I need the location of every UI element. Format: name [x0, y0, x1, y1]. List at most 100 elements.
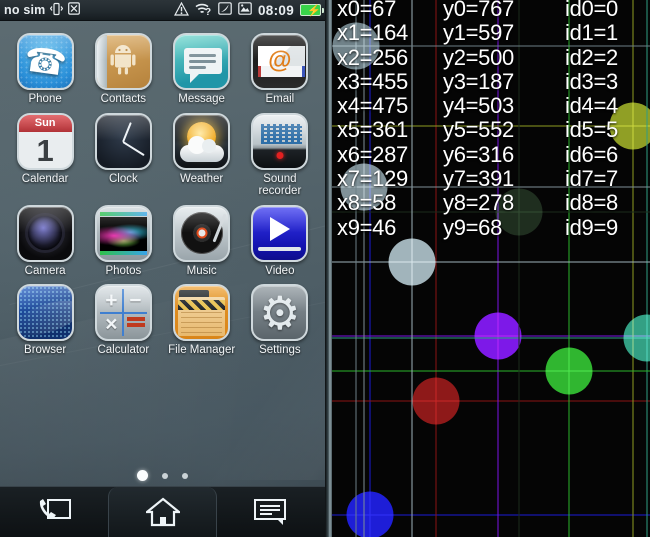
pointer-readout-line: y7=391 [443, 166, 514, 192]
app-message[interactable]: Message [163, 33, 241, 106]
pointer-y-column: y0=767 y1=597 y2=500 y3=187 y4=503 y5=552 y6=3… [443, 0, 514, 240]
screenshot-icon [238, 2, 252, 18]
app-label: Calendar [21, 172, 69, 185]
page-indicator[interactable] [0, 470, 325, 481]
status-bar[interactable]: no sim ? 08:09 ⚡ [0, 0, 325, 21]
pointer-readout-line: x5=361 [337, 117, 408, 143]
pointer-readout-line: x1=164 [337, 20, 408, 46]
dock-phone-button[interactable] [0, 487, 108, 537]
email-icon: @ [251, 33, 309, 90]
app-label: Contacts [100, 93, 147, 105]
message-icon [173, 33, 231, 90]
app-photos[interactable]: Photos [84, 204, 162, 278]
multitouch-visualizer[interactable]: x0=67 x1=164 x2=256 x3=455 x4=475 x5=361 x6=28… [325, 0, 650, 537]
pointer-readout-line: y8=278 [443, 190, 514, 216]
carrier-label: no sim [4, 3, 46, 17]
app-label: Photos [105, 264, 142, 277]
app-browser[interactable]: Browser [6, 284, 84, 357]
clock-icon [94, 112, 152, 170]
app-label: Clock [108, 172, 138, 185]
phone-icon: ☎ [16, 33, 74, 90]
app-label: Settings [259, 344, 301, 356]
file-manager-icon [173, 284, 231, 341]
page-dot-3[interactable] [182, 472, 188, 479]
pointer-readout-line: x6=287 [337, 141, 408, 167]
wifi-unknown-icon: ? [195, 2, 212, 19]
touch-pointer-7-gray [388, 238, 436, 286]
app-label: Message [178, 93, 225, 105]
page-dot-1[interactable] [137, 470, 148, 481]
app-clock[interactable]: Clock [84, 112, 162, 198]
vibrate-icon [50, 2, 64, 19]
touch-pointer-4-teal [623, 314, 650, 362]
app-label: Weather [179, 172, 224, 185]
pointer-readout-line: y2=500 [443, 44, 514, 70]
app-file-manager[interactable]: File Manager [163, 284, 241, 357]
svg-text:?: ? [205, 7, 211, 16]
app-camera[interactable]: Camera [6, 204, 84, 278]
app-label: File Manager [168, 344, 236, 356]
app-label: Camera [24, 264, 66, 277]
app-label: Calculator [97, 344, 150, 356]
app-calculator[interactable]: + − × Calculator [84, 284, 162, 357]
pointer-readout-line: x7=129 [337, 166, 408, 192]
app-contacts[interactable]: Contacts [84, 33, 162, 106]
pointer-readout-line: id5=5 [565, 117, 618, 143]
pointer-crosshair-h [325, 337, 650, 339]
app-sound-recorder[interactable]: Sound recorder [241, 112, 319, 198]
app-weather[interactable]: Weather [163, 112, 241, 198]
calendar-day-name: Sun [18, 114, 72, 132]
pointer-readout-line: x9=46 [337, 214, 397, 240]
pointer-readout-line: y0=767 [443, 0, 514, 21]
pointer-readout-line: x4=475 [337, 93, 408, 119]
pointer-crosshair-v [632, 0, 634, 537]
app-label: Browser [24, 344, 67, 356]
usb-debug-icon [218, 2, 232, 18]
pointer-readout-line: y4=503 [443, 93, 514, 119]
pointer-readout-line: id1=1 [565, 20, 618, 46]
battery-charging-icon: ⚡ [300, 4, 324, 17]
touch-pointer-5-green [545, 347, 593, 395]
dock-message-button[interactable] [217, 487, 325, 537]
no-sd-card-icon [68, 2, 81, 18]
app-calendar[interactable]: Sun 1 Calendar [6, 112, 84, 198]
status-clock: 08:09 [257, 2, 294, 18]
pointer-readout-line: id6=6 [565, 141, 618, 167]
warning-icon [173, 1, 189, 19]
pointer-readout-line: x8=58 [337, 190, 397, 216]
app-phone[interactable]: ☎ Phone [6, 33, 84, 106]
app-label: Sound recorder [258, 172, 302, 198]
app-label: Video [265, 264, 295, 277]
pointer-id-column: id0=0 id1=1 id2=2 id3=3 id4=4 id5=5 id6=6 id7=7… [565, 0, 618, 240]
pointer-readout-line: y6=316 [443, 141, 514, 167]
status-bar-right: ? 08:09 ⚡ [173, 1, 324, 19]
app-video[interactable]: Video [241, 204, 319, 278]
status-bar-left: no sim [4, 2, 81, 19]
pointer-crosshair-v [646, 0, 648, 537]
android-homescreen: no sim ? 08:09 ⚡ ☎ Phone Contacts Messag… [0, 0, 325, 537]
pointer-crosshair-h [325, 261, 650, 263]
pointer-crosshair-v [435, 0, 437, 537]
pointer-readout-line: x2=256 [337, 44, 408, 70]
message-dock-icon [254, 499, 287, 525]
pointer-readout-line: y3=187 [443, 68, 514, 94]
app-label: Music [186, 264, 217, 277]
touch-pointer-1-red [412, 377, 460, 425]
sound-recorder-icon [251, 112, 309, 170]
page-dot-2[interactable] [162, 472, 168, 479]
app-music[interactable]: Music [163, 204, 241, 278]
app-email[interactable]: @ Email [241, 33, 319, 106]
calendar-day-number: 1 [36, 132, 54, 168]
pointer-x-column: x0=67 x1=164 x2=256 x3=455 x4=475 x5=361 x6=28… [337, 0, 408, 240]
pointer-readout-line: x3=455 [337, 68, 408, 94]
app-settings[interactable]: ⚙ Settings [241, 284, 319, 357]
app-label: Email [265, 93, 295, 105]
dock-home-button[interactable] [107, 487, 218, 537]
pointer-readout-line: y5=552 [443, 117, 514, 143]
home-icon [145, 497, 180, 527]
screen-bezel-edge [325, 0, 332, 537]
pointer-crosshair-h [325, 370, 650, 372]
calendar-icon: Sun 1 [16, 112, 74, 170]
weather-icon [173, 112, 231, 170]
video-icon [251, 204, 309, 262]
